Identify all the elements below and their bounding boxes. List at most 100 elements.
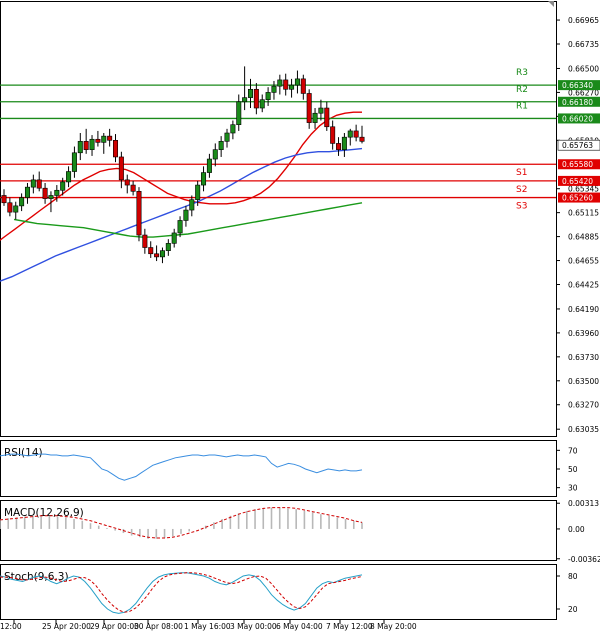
candle-body bbox=[353, 130, 359, 138]
indicator-name: RSI(14) bbox=[4, 447, 43, 459]
time-tick-label: 30 Apr 08:00 bbox=[134, 622, 183, 631]
candle-body bbox=[42, 187, 48, 199]
candle-body bbox=[30, 179, 36, 188]
price-tick-label: 0.64190 bbox=[568, 305, 599, 314]
candle-body bbox=[347, 130, 353, 138]
candle-body bbox=[1, 195, 7, 204]
candle-body bbox=[77, 141, 83, 154]
candle-body bbox=[13, 205, 19, 213]
level-name: R1 bbox=[516, 101, 528, 111]
moving-average-line bbox=[0, 147, 363, 282]
level-price-label: 0.65260 bbox=[562, 194, 593, 203]
candle-body bbox=[7, 202, 13, 213]
price-tick-label: 0.66735 bbox=[568, 40, 599, 49]
candle-body bbox=[242, 97, 248, 103]
time-tick-label: 29 Apr 00:00 bbox=[90, 622, 139, 631]
candle-body bbox=[124, 179, 130, 186]
time-tick-label: 12:00 bbox=[0, 622, 22, 631]
candle-body bbox=[171, 232, 177, 244]
main-pane-frame bbox=[0, 1, 557, 437]
candle-body bbox=[336, 143, 342, 150]
candle-body bbox=[283, 79, 289, 90]
candle-body bbox=[271, 85, 277, 93]
time-tick-label: 1 May 16:00 bbox=[184, 622, 231, 631]
candle-body bbox=[118, 156, 124, 181]
candle-body bbox=[24, 186, 30, 198]
candle-body bbox=[48, 195, 54, 199]
price-tick-label: 0.65345 bbox=[568, 185, 599, 194]
level-price-label: 0.65580 bbox=[562, 160, 593, 169]
candle-body bbox=[113, 139, 119, 158]
candle-body bbox=[206, 158, 212, 173]
time-tick-label: 8 May 20:00 bbox=[370, 622, 417, 631]
indicator-tick-label: 20 bbox=[568, 605, 578, 614]
candle-body bbox=[107, 135, 113, 141]
candle-body bbox=[265, 92, 271, 100]
level-name: S2 bbox=[516, 185, 527, 195]
level-name: R3 bbox=[516, 68, 528, 78]
candle-body bbox=[154, 253, 160, 258]
forex-chart: 0.669650.667350.665000.662700.660400.658… bbox=[0, 0, 600, 632]
price-tick-label: 0.66500 bbox=[568, 64, 599, 73]
indicator-tick-label: 70 bbox=[568, 446, 578, 455]
price-tick-label: 0.63270 bbox=[568, 401, 599, 410]
candle-body bbox=[201, 172, 207, 186]
time-tick-label: 7 May 12:00 bbox=[326, 622, 373, 631]
rsi-line bbox=[0, 453, 363, 481]
level-price-label: 0.65420 bbox=[562, 177, 593, 186]
candle-body bbox=[101, 135, 107, 143]
price-tick-label: 0.63500 bbox=[568, 377, 599, 386]
candle-body bbox=[306, 93, 312, 123]
indicator-tick-label: 30 bbox=[568, 484, 578, 493]
indicator-pane-frame bbox=[0, 440, 557, 497]
candle-body bbox=[95, 138, 101, 143]
candle-body bbox=[300, 78, 306, 94]
candle-body bbox=[177, 220, 183, 234]
candle-body bbox=[247, 88, 253, 98]
candle-body bbox=[83, 141, 89, 150]
price-tick-label: 0.64885 bbox=[568, 233, 599, 242]
candle-body bbox=[148, 247, 154, 255]
level-price-label: 0.66020 bbox=[562, 114, 593, 123]
candle-body bbox=[324, 107, 330, 128]
candle-body bbox=[236, 101, 242, 125]
candle-body bbox=[253, 88, 259, 109]
candle-body bbox=[71, 152, 77, 172]
candle-body bbox=[318, 107, 324, 114]
price-tick-label: 0.63730 bbox=[568, 353, 599, 362]
candle-body bbox=[218, 141, 224, 150]
candle-body bbox=[54, 189, 60, 196]
current-price-label: 0.65763 bbox=[562, 141, 593, 150]
level-price-label: 0.66180 bbox=[562, 98, 593, 107]
candle-body bbox=[312, 112, 318, 123]
candle-body bbox=[359, 136, 365, 142]
price-tick-label: 0.64425 bbox=[568, 280, 599, 289]
price-tick-label: 0.64655 bbox=[568, 257, 599, 266]
candle-body bbox=[183, 209, 189, 221]
candle-body bbox=[330, 126, 336, 144]
time-tick-label: 25 Apr 20:00 bbox=[42, 622, 91, 631]
indicator-pane-frame bbox=[0, 500, 557, 561]
candle-body bbox=[195, 184, 201, 200]
candle-body bbox=[289, 84, 295, 90]
candle-body bbox=[277, 79, 283, 87]
candle-body bbox=[89, 138, 95, 150]
indicator-pane-frame bbox=[0, 564, 557, 620]
price-tick-label: 0.63960 bbox=[568, 329, 599, 338]
candle-body bbox=[259, 99, 265, 109]
time-tick-label: 3 May 00:00 bbox=[230, 622, 277, 631]
level-name: R2 bbox=[516, 85, 528, 95]
candle-body bbox=[212, 149, 218, 160]
chart-canvas: 0.669650.667350.665000.662700.660400.658… bbox=[0, 1, 600, 631]
candle-body bbox=[341, 136, 347, 150]
indicator-tick-label: -0.003627 bbox=[568, 555, 600, 564]
level-price-label: 0.66340 bbox=[562, 81, 593, 90]
price-tick-label: 0.65115 bbox=[568, 209, 599, 218]
candle-body bbox=[294, 78, 300, 86]
indicator-tick-label: 0.00 bbox=[568, 525, 585, 534]
candle-body bbox=[230, 124, 236, 134]
candle-body bbox=[60, 181, 66, 191]
price-tick-label: 0.63035 bbox=[568, 425, 599, 434]
indicator-tick-label: 80 bbox=[568, 572, 578, 581]
time-tick-label: 6 May 04:00 bbox=[276, 622, 323, 631]
